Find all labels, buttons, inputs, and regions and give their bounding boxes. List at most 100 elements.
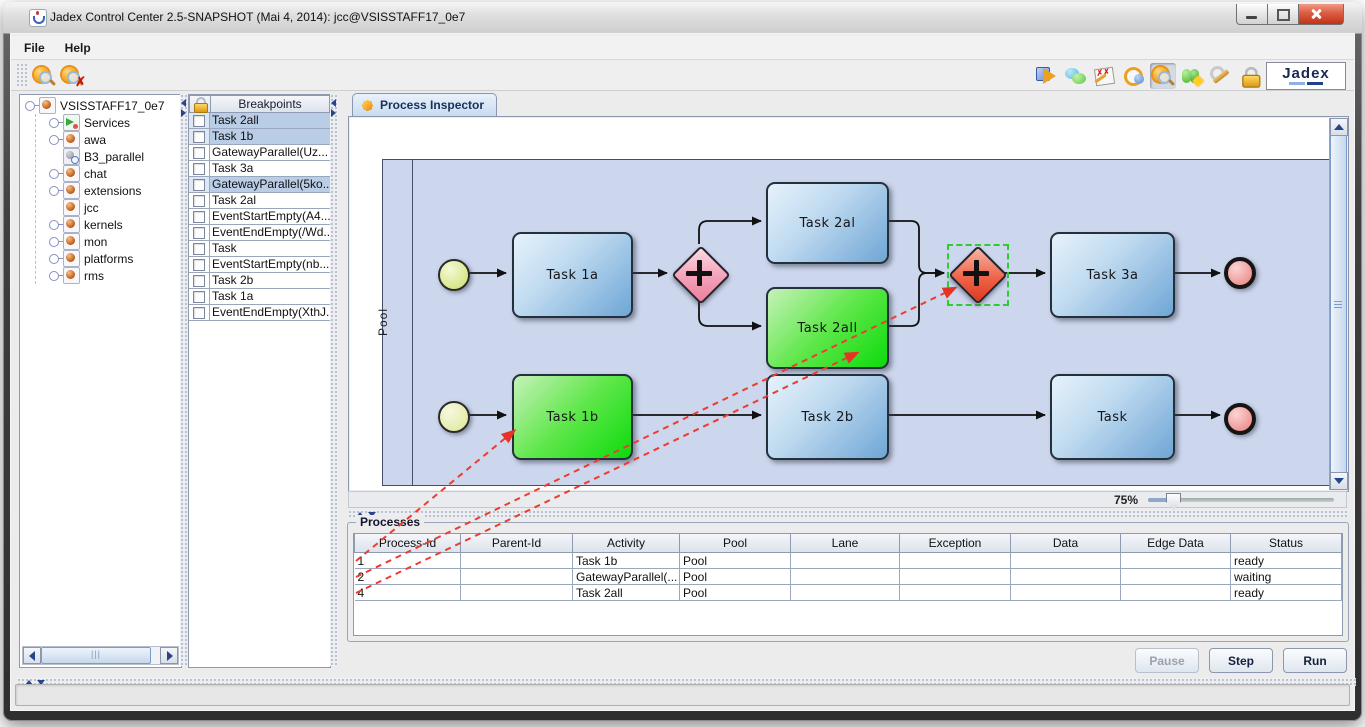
breakpoint-checkbox[interactable] bbox=[193, 147, 205, 159]
title-bar[interactable]: Jadex Control Center 2.5-SNAPSHOT (Mai 4… bbox=[3, 2, 1362, 34]
split-divider[interactable] bbox=[330, 94, 338, 666]
expand-handle[interactable] bbox=[49, 237, 59, 247]
toolbar-drag-handle[interactable] bbox=[16, 63, 27, 87]
zoom-slider-thumb[interactable] bbox=[1166, 493, 1181, 510]
agents-icon[interactable] bbox=[1179, 63, 1205, 89]
breakpoint-checkbox[interactable] bbox=[193, 163, 205, 175]
column-header[interactable]: Status bbox=[1231, 534, 1342, 553]
breakpoint-row[interactable]: Task 2al bbox=[189, 193, 330, 209]
minimize-button[interactable] bbox=[1236, 4, 1268, 25]
end-event-top[interactable] bbox=[1224, 257, 1256, 289]
task-2all-node[interactable]: Task 2all bbox=[766, 287, 889, 369]
scrollbar-thumb[interactable] bbox=[41, 647, 151, 664]
tree-item-root[interactable]: VSISSTAFF17_0e7 bbox=[23, 97, 178, 114]
breakpoint-row[interactable]: Task 1b bbox=[189, 129, 330, 145]
tree-item-mon[interactable]: mon bbox=[47, 233, 178, 250]
test-center-icon[interactable]: ✗✗ bbox=[1092, 63, 1118, 89]
security-lock-icon[interactable] bbox=[1237, 63, 1263, 89]
breakpoint-checkbox[interactable] bbox=[193, 179, 205, 191]
breakpoints-column-header[interactable]: Breakpoints bbox=[210, 95, 330, 113]
breakpoint-checkbox[interactable] bbox=[193, 115, 205, 127]
breakpoint-row[interactable]: EventStartEmpty(nb... bbox=[189, 257, 330, 273]
task-node[interactable]: Task bbox=[1050, 374, 1175, 460]
end-event-bottom[interactable] bbox=[1224, 403, 1256, 435]
tree-item-extensions[interactable]: extensions bbox=[47, 182, 178, 199]
breakpoint-row[interactable]: EventEndEmpty(XthJ... bbox=[189, 305, 330, 321]
expand-handle[interactable] bbox=[49, 254, 59, 264]
expand-handle[interactable] bbox=[49, 271, 59, 281]
start-platform-icon[interactable] bbox=[31, 63, 57, 88]
menu-help[interactable]: Help bbox=[65, 41, 91, 55]
maximize-button[interactable] bbox=[1267, 4, 1299, 25]
pause-button[interactable]: Pause bbox=[1135, 648, 1199, 673]
breakpoint-row[interactable]: Task 2all bbox=[189, 113, 330, 129]
kill-platform-icon[interactable]: ✗ bbox=[59, 63, 85, 88]
breakpoint-checkbox[interactable] bbox=[193, 307, 205, 319]
tree-item-rms[interactable]: rms bbox=[47, 267, 178, 284]
breakpoint-checkbox[interactable] bbox=[193, 275, 205, 287]
breakpoint-checkbox[interactable] bbox=[193, 131, 205, 143]
breakpoint-row[interactable]: EventStartEmpty(A4... bbox=[189, 209, 330, 225]
tree-item-kernels[interactable]: kernels bbox=[47, 216, 178, 233]
gateway-parallel-split[interactable] bbox=[672, 246, 726, 300]
process-row[interactable]: 4Task 2allPoolready bbox=[355, 585, 1342, 601]
column-header[interactable]: Process-Id bbox=[355, 534, 461, 553]
breakpoint-checkbox[interactable] bbox=[193, 227, 205, 239]
scroll-down-button[interactable] bbox=[1330, 472, 1348, 490]
task-2b-node[interactable]: Task 2b bbox=[766, 374, 889, 460]
breakpoint-row[interactable]: Task 3a bbox=[189, 161, 330, 177]
column-header[interactable]: Activity bbox=[573, 534, 680, 553]
expand-handle[interactable] bbox=[49, 118, 59, 128]
column-header[interactable]: Parent-Id bbox=[461, 534, 573, 553]
breakpoint-checkbox[interactable] bbox=[193, 211, 205, 223]
tree-horizontal-scrollbar[interactable] bbox=[22, 646, 179, 665]
expand-handle[interactable] bbox=[49, 220, 59, 230]
debugger-icon[interactable] bbox=[1150, 63, 1176, 89]
breakpoint-checkbox[interactable] bbox=[193, 259, 205, 271]
breakpoint-row[interactable]: GatewayParallel(5ko... bbox=[189, 177, 330, 193]
column-header[interactable]: Data bbox=[1011, 534, 1121, 553]
run-button[interactable]: Run bbox=[1283, 648, 1347, 673]
gateway-parallel-join[interactable] bbox=[949, 246, 1003, 300]
diagram-vertical-scrollbar[interactable] bbox=[1329, 118, 1347, 490]
split-divider[interactable] bbox=[348, 510, 1347, 518]
starter-icon[interactable] bbox=[1034, 63, 1060, 89]
tree-item-chat[interactable]: chat bbox=[47, 165, 178, 182]
expand-handle[interactable] bbox=[49, 169, 59, 179]
breakpoint-row[interactable]: GatewayParallel(Uz... bbox=[189, 145, 330, 161]
scroll-right-button[interactable] bbox=[160, 647, 178, 664]
column-header[interactable]: Lane bbox=[791, 534, 900, 553]
wrench-icon[interactable] bbox=[1208, 63, 1234, 89]
expand-handle[interactable] bbox=[25, 101, 35, 111]
breakpoint-checkbox[interactable] bbox=[193, 243, 205, 255]
task-3a-node[interactable]: Task 3a bbox=[1050, 232, 1175, 318]
scrollbar-thumb[interactable] bbox=[1330, 135, 1347, 473]
split-divider[interactable] bbox=[180, 94, 188, 666]
breakpoint-checkbox[interactable] bbox=[193, 291, 205, 303]
breakpoint-row[interactable]: EventEndEmpty(/Wd... bbox=[189, 225, 330, 241]
expand-handle[interactable] bbox=[49, 135, 59, 145]
process-row[interactable]: 2GatewayParallel(...Poolwaiting bbox=[355, 569, 1342, 585]
breakpoint-row[interactable]: Task bbox=[189, 241, 330, 257]
task-2al-node[interactable]: Task 2al bbox=[766, 182, 889, 264]
expand-handle[interactable] bbox=[49, 186, 59, 196]
breakpoint-row[interactable]: Task 2b bbox=[189, 273, 330, 289]
tree-item-b3-parallel[interactable]: B3_parallel bbox=[47, 148, 178, 165]
tree-item-jcc[interactable]: jcc bbox=[47, 199, 178, 216]
close-button[interactable] bbox=[1298, 4, 1344, 25]
start-event-top[interactable] bbox=[438, 259, 470, 291]
scroll-up-button[interactable] bbox=[1330, 118, 1348, 136]
lock-icon[interactable] bbox=[189, 95, 210, 113]
column-header[interactable]: Exception bbox=[900, 534, 1011, 553]
task-1b-node[interactable]: Task 1b bbox=[512, 374, 633, 460]
breakpoint-row[interactable]: Task 1a bbox=[189, 289, 330, 305]
awareness-icon[interactable] bbox=[1121, 63, 1147, 89]
tree-item-services[interactable]: Services bbox=[47, 114, 178, 131]
scroll-left-button[interactable] bbox=[23, 647, 41, 664]
column-header[interactable]: Pool bbox=[680, 534, 791, 553]
tree-item-awa[interactable]: awa bbox=[47, 131, 178, 148]
conversation-icon[interactable] bbox=[1063, 63, 1089, 89]
tab-process-inspector[interactable]: Process Inspector bbox=[352, 93, 497, 116]
start-event-bottom[interactable] bbox=[438, 401, 470, 433]
breakpoint-checkbox[interactable] bbox=[193, 195, 205, 207]
